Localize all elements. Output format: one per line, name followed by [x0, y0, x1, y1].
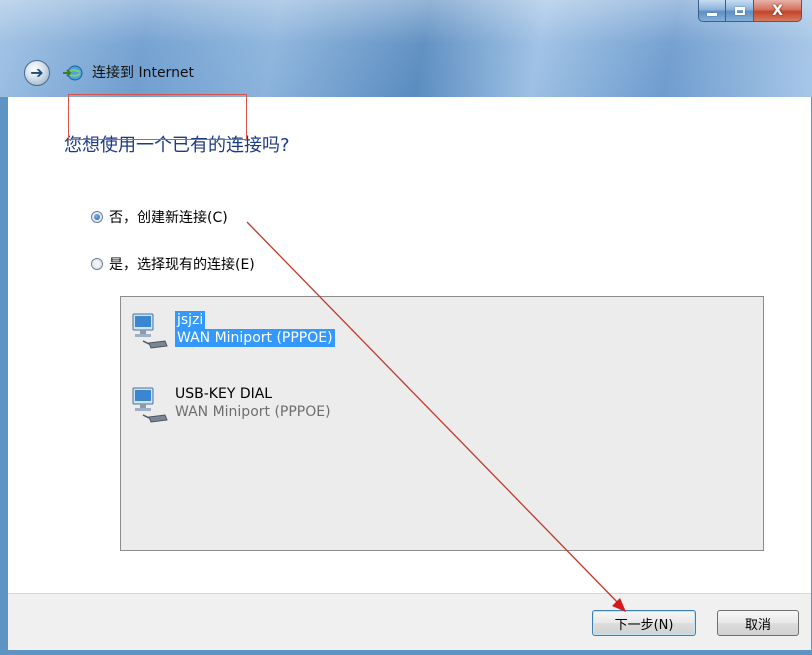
close-button[interactable]: X — [754, 0, 802, 22]
window-title: 连接到 Internet — [92, 65, 195, 81]
list-item-jsjzi[interactable]: jsjzi WAN Miniport (PPPOE) — [129, 311, 335, 351]
cancel-button[interactable]: 取消 — [717, 610, 799, 636]
caption-buttons: X — [698, 0, 802, 24]
connection-name: jsjzi — [175, 311, 206, 329]
maximize-icon — [734, 6, 745, 15]
minimize-button[interactable] — [698, 0, 726, 22]
connection-list[interactable]: jsjzi WAN Miniport (PPPOE) USB-KEY DIAL … — [120, 296, 764, 551]
next-button[interactable]: 下一步(N) — [592, 610, 696, 636]
internet-connection-icon — [63, 65, 83, 81]
connection-name: USB-KEY DIAL — [175, 386, 273, 402]
option-create-new[interactable]: 否，创建新连接(C) — [91, 207, 228, 227]
option-create-new-label: 否，创建新连接(C) — [109, 210, 228, 226]
radio-create-new[interactable] — [91, 211, 103, 223]
wizard-content: 您想使用一个已有的连接吗? 否，创建新连接(C) 是，选择现有的连接(E) js… — [8, 97, 811, 593]
connection-type: WAN Miniport (PPPOE) — [175, 404, 331, 420]
close-icon: X — [772, 2, 783, 19]
option-use-existing[interactable]: 是，选择现有的连接(E) — [91, 254, 255, 274]
button-bar: 下一步(N) 取消 — [8, 593, 811, 650]
list-item-usb-key-dial[interactable]: USB-KEY DIAL WAN Miniport (PPPOE) — [129, 385, 331, 425]
back-button[interactable]: ➔ — [24, 60, 50, 86]
maximize-button[interactable] — [726, 0, 754, 22]
network-connection-icon — [132, 387, 168, 423]
network-connection-icon — [132, 313, 168, 349]
minimize-icon — [707, 13, 717, 16]
radio-use-existing[interactable] — [91, 258, 103, 270]
back-arrow-icon: ➔ — [30, 62, 44, 82]
option-use-existing-label: 是，选择现有的连接(E) — [109, 257, 255, 273]
connection-type: WAN Miniport (PPPOE) — [175, 329, 335, 347]
annotation-highlight-box — [68, 94, 247, 140]
